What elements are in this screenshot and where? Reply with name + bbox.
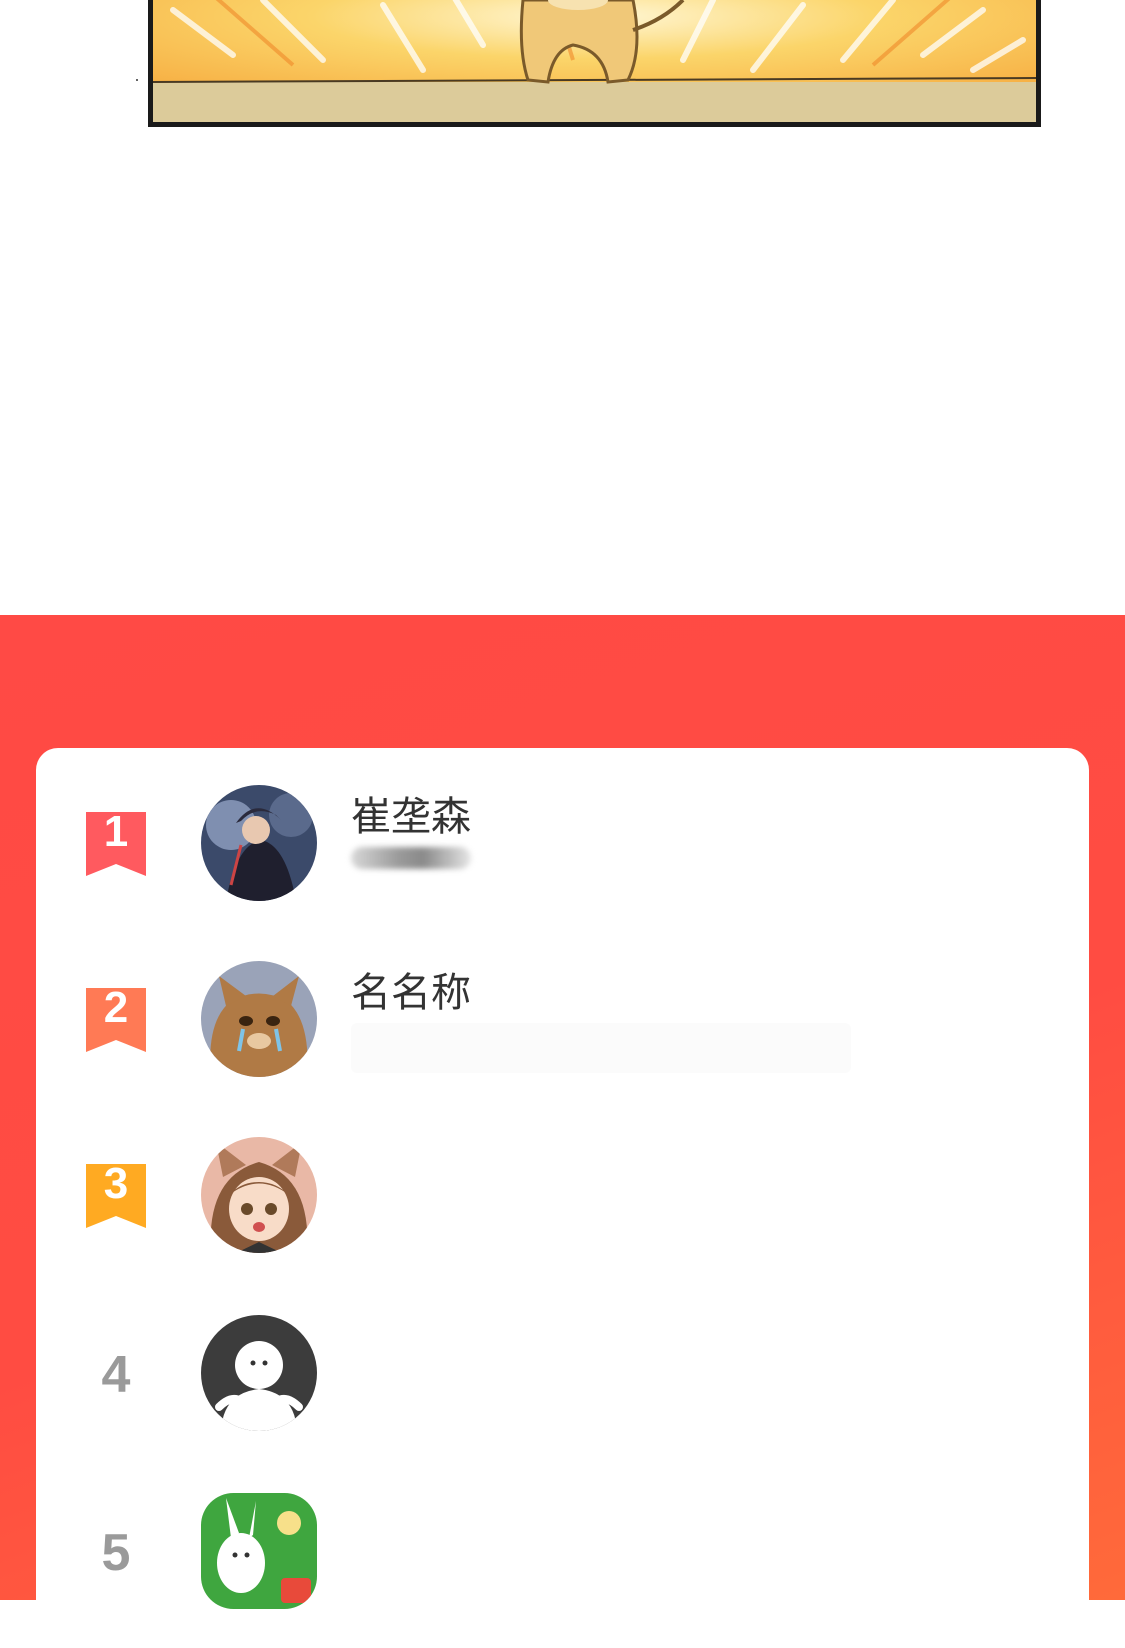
rank-ribbon-badge-3: 3 xyxy=(86,1160,146,1228)
comic-panel xyxy=(148,0,1041,127)
stray-dot xyxy=(136,79,138,81)
comic-sunburst-illustration xyxy=(153,0,1036,122)
user-name: 名名称 xyxy=(351,970,471,1016)
default-user-avatar-icon xyxy=(201,1315,317,1431)
avatar[interactable] xyxy=(201,1137,317,1253)
ranking-row-1[interactable]: 1 崔垄森 xyxy=(36,785,1089,935)
ranking-row-4[interactable]: 4 xyxy=(36,1315,1089,1465)
avatar[interactable] xyxy=(201,1315,317,1431)
rank-number: 3 xyxy=(103,1159,129,1208)
dark-character-avatar-icon xyxy=(201,785,317,901)
rank-number: 2 xyxy=(103,983,129,1032)
rank-number: 4 xyxy=(101,1346,131,1404)
cat-ear-girl-avatar-icon xyxy=(201,1137,317,1253)
rank-number: 5 xyxy=(101,1524,131,1582)
crying-cat-avatar-icon xyxy=(201,961,317,1077)
ranking-row-2[interactable]: 2 名名称 xyxy=(36,961,1089,1111)
user-name: 崔垄森 xyxy=(351,794,471,840)
rank-ribbon-badge-1: 1 xyxy=(86,808,146,876)
blurred-subtitle xyxy=(351,847,471,869)
ranking-section: 1 崔垄森 2 名名称 3 4 5 xyxy=(0,615,1125,1648)
avatar[interactable] xyxy=(201,785,317,901)
rank-number: 1 xyxy=(103,807,129,856)
avatar[interactable] xyxy=(201,961,317,1077)
ranking-row-5[interactable]: 5 xyxy=(36,1493,1089,1643)
avatar[interactable] xyxy=(201,1493,317,1609)
ranking-card: 1 崔垄森 2 名名称 3 4 5 xyxy=(36,748,1089,1648)
ranking-row-3[interactable]: 3 xyxy=(36,1137,1089,1287)
rank-ribbon-badge-2: 2 xyxy=(86,984,146,1052)
green-rabbit-avatar-icon xyxy=(201,1493,317,1609)
subtitle-placeholder xyxy=(351,1023,851,1073)
